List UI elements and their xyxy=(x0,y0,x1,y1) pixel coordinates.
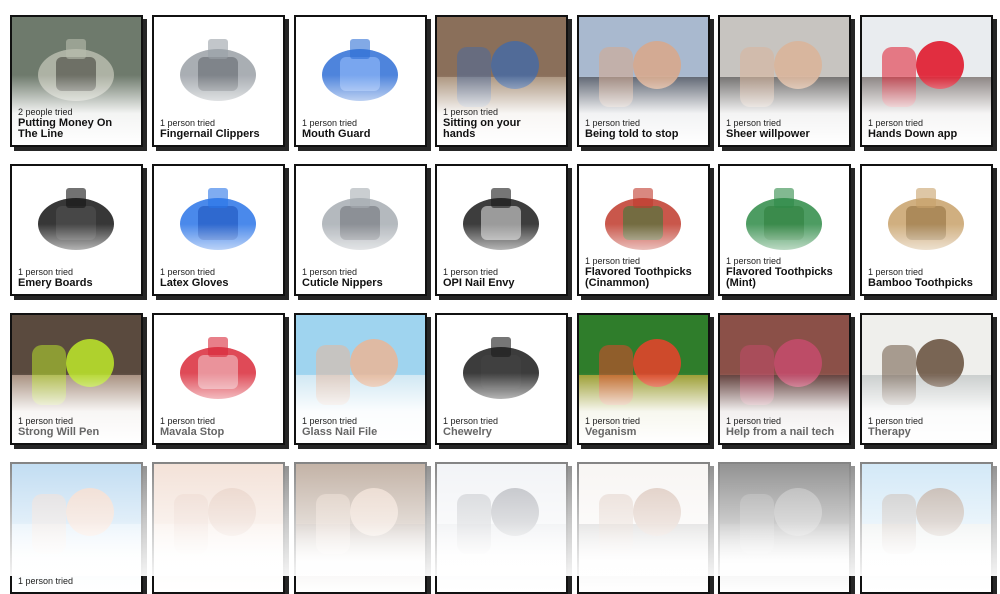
card-title: Glass Nail File xyxy=(302,426,378,438)
tactic-card[interactable]: 1 person tried Sitting on your hands xyxy=(435,15,568,147)
tactic-card[interactable] xyxy=(294,462,427,594)
card-caption: 1 person tried Mouth Guard xyxy=(302,118,421,140)
card-title: Being told to stop xyxy=(585,128,679,140)
tactic-card[interactable]: 1 person tried Veganism xyxy=(577,313,710,445)
card-title: Therapy xyxy=(868,426,911,438)
tactic-card[interactable]: 1 person tried Help from a nail tech xyxy=(718,313,851,445)
tried-count: 1 person tried xyxy=(18,576,74,586)
card-title: Strong Will Pen xyxy=(18,426,100,438)
card-title: Sitting on your hands xyxy=(443,117,521,140)
tactics-grid: 2 people tried Putting Money On The Line… xyxy=(0,0,1000,594)
card-caption: 1 person tried Help from a nail tech xyxy=(726,416,845,438)
tactic-card[interactable]: 1 person tried Therapy xyxy=(860,313,993,445)
card-caption: 1 person tried Mavala Stop xyxy=(160,416,279,438)
card-caption: 1 person tried Glass Nail File xyxy=(302,416,421,438)
tactic-card[interactable]: 1 person tried OPI Nail Envy xyxy=(435,164,568,296)
tactic-card[interactable] xyxy=(152,462,285,594)
card-caption: 1 person tried Veganism xyxy=(585,416,704,438)
tactic-card[interactable]: 1 person tried Mavala Stop xyxy=(152,313,285,445)
tactic-card[interactable]: 1 person tried xyxy=(10,462,143,594)
tactic-card[interactable]: 1 person tried Bamboo Toothpicks xyxy=(860,164,993,296)
card-title: Latex Gloves xyxy=(160,277,229,289)
tactic-card[interactable]: 1 person tried Mouth Guard xyxy=(294,15,427,147)
tactic-card[interactable] xyxy=(860,462,993,594)
card-caption: 1 person tried xyxy=(18,576,137,587)
caption-fade xyxy=(579,522,708,592)
card-caption: 1 person tried Fingernail Clippers xyxy=(160,118,279,140)
card-title: Bamboo Toothpicks xyxy=(868,277,973,289)
tactic-card[interactable]: 1 person tried Emery Boards xyxy=(10,164,143,296)
tactic-card[interactable]: 1 person tried Flavored Toothpicks (Cina… xyxy=(577,164,710,296)
card-title: Fingernail Clippers xyxy=(160,128,260,140)
card-title: Emery Boards xyxy=(18,277,93,289)
tactic-card[interactable]: 1 person tried Being told to stop xyxy=(577,15,710,147)
tactic-card[interactable] xyxy=(435,462,568,594)
tactic-card[interactable]: 1 person tried Hands Down app xyxy=(860,15,993,147)
card-title: Mouth Guard xyxy=(302,128,371,140)
card-caption: 1 person tried Sitting on your hands xyxy=(443,107,562,140)
card-title: Flavored Toothpicks (Mint) xyxy=(726,266,833,289)
tactic-card[interactable]: 1 person tried Chewelry xyxy=(435,313,568,445)
caption-fade xyxy=(720,522,849,592)
tactic-card[interactable] xyxy=(577,462,710,594)
card-caption: 1 person tried Emery Boards xyxy=(18,267,137,289)
card-caption: 1 person tried Flavored Toothpicks (Cina… xyxy=(585,256,704,289)
card-title: Help from a nail tech xyxy=(726,426,835,438)
tactic-card[interactable] xyxy=(718,462,851,594)
card-title: Sheer willpower xyxy=(726,128,810,140)
card-caption: 1 person tried Therapy xyxy=(868,416,987,438)
card-caption: 1 person tried OPI Nail Envy xyxy=(443,267,562,289)
caption-fade xyxy=(154,522,283,592)
card-caption: 1 person tried Flavored Toothpicks (Mint… xyxy=(726,256,845,289)
card-title: Putting Money On The Line xyxy=(18,117,113,140)
tactic-card[interactable]: 1 person tried Glass Nail File xyxy=(294,313,427,445)
tactic-card[interactable]: 1 person tried Latex Gloves xyxy=(152,164,285,296)
card-caption: 2 people tried Putting Money On The Line xyxy=(18,107,137,140)
card-caption: 1 person tried Hands Down app xyxy=(868,118,987,140)
card-title: Chewelry xyxy=(443,426,492,438)
card-title: Veganism xyxy=(585,426,637,438)
card-caption: 1 person tried Being told to stop xyxy=(585,118,704,140)
tactic-card[interactable]: 1 person tried Fingernail Clippers xyxy=(152,15,285,147)
tactic-card[interactable]: 1 person tried Flavored Toothpicks (Mint… xyxy=(718,164,851,296)
card-title: OPI Nail Envy xyxy=(443,277,515,289)
caption-fade xyxy=(437,522,566,592)
tactic-card[interactable]: 2 people tried Putting Money On The Line xyxy=(10,15,143,147)
card-title: Mavala Stop xyxy=(160,426,225,438)
card-caption: 1 person tried Cuticle Nippers xyxy=(302,267,421,289)
card-title: Cuticle Nippers xyxy=(302,277,383,289)
tactic-card[interactable]: 1 person tried Sheer willpower xyxy=(718,15,851,147)
tactic-card[interactable]: 1 person tried Strong Will Pen xyxy=(10,313,143,445)
card-title: Hands Down app xyxy=(868,128,958,140)
caption-fade xyxy=(862,522,991,592)
card-caption: 1 person tried Sheer willpower xyxy=(726,118,845,140)
card-caption: 1 person tried Chewelry xyxy=(443,416,562,438)
card-caption: 1 person tried Latex Gloves xyxy=(160,267,279,289)
caption-fade xyxy=(296,522,425,592)
card-title: Flavored Toothpicks (Cinammon) xyxy=(585,266,692,289)
card-caption: 1 person tried Bamboo Toothpicks xyxy=(868,267,987,289)
card-caption: 1 person tried Strong Will Pen xyxy=(18,416,137,438)
tactic-card[interactable]: 1 person tried Cuticle Nippers xyxy=(294,164,427,296)
